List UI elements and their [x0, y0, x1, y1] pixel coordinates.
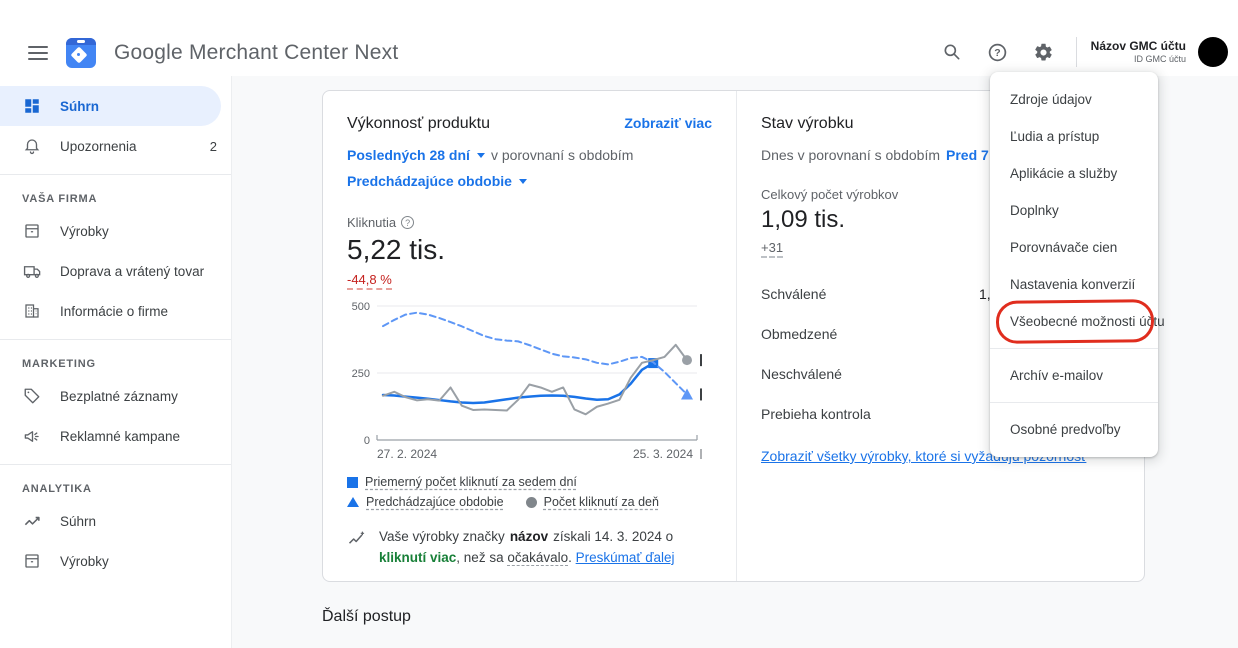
sidebar-section-marketing: MARKETING: [0, 348, 231, 376]
menu-item-personal-preferences[interactable]: Osobné predvoľby: [990, 411, 1158, 448]
search-icon[interactable]: [934, 34, 970, 70]
box-icon: [22, 222, 42, 240]
sidebar-item-ad-campaigns[interactable]: Reklamné kampane: [0, 416, 231, 456]
sidebar-item-label: Reklamné kampane: [60, 429, 217, 444]
sidebar-divider: [0, 339, 231, 340]
compare-text: v porovnaní s obdobím: [491, 147, 633, 163]
menu-item-email-archive[interactable]: Archív e-mailov: [990, 357, 1158, 394]
menu-item-general-account-options[interactable]: Všeobecné možnosti účtu: [990, 303, 1158, 340]
svg-text:?: ?: [994, 47, 1000, 59]
show-more-link[interactable]: Zobraziť viac: [624, 115, 712, 131]
sidebar-item-label: Súhrn: [60, 99, 207, 114]
panel-title: Výkonnosť produktu: [347, 115, 490, 133]
notifications-count-badge: 2: [210, 139, 217, 154]
status-compare-text: Dnes v porovnaní s obdobím: [761, 147, 940, 163]
insight-text: Vaše výrobky značkynázovzískali 14. 3. 2…: [379, 527, 712, 569]
sidebar-item-label: Doprava a vrátený tovar: [60, 264, 217, 279]
svg-text:0: 0: [364, 435, 370, 447]
chevron-down-icon: [519, 179, 527, 184]
help-icon[interactable]: ?: [980, 34, 1016, 70]
building-icon: [22, 302, 42, 320]
merchant-center-logo-icon: [66, 38, 96, 68]
menu-item-data-sources[interactable]: Zdroje údajov: [990, 81, 1158, 118]
sidebar-item-label: Výrobky: [60, 224, 217, 239]
sidebar-item-products[interactable]: Výrobky: [0, 211, 231, 251]
settings-gear-icon[interactable]: [1026, 34, 1062, 70]
explore-further-link[interactable]: Preskúmať ďalej: [576, 550, 675, 565]
product-performance-panel: Výkonnosť produktu Zobraziť viac Posledn…: [323, 91, 737, 581]
top-app-bar: Google Merchant Center Next ? Názov GMC …: [0, 0, 1238, 76]
menu-item-price-comparators[interactable]: Porovnávače cien: [990, 229, 1158, 266]
sidebar-item-label: Výrobky: [60, 554, 217, 569]
sidebar-divider: [0, 174, 231, 175]
svg-text:27. 2. 2024: 27. 2. 2024: [377, 447, 437, 461]
sidebar-section-business: VAŠA FIRMA: [0, 183, 231, 211]
megaphone-icon: [22, 427, 42, 446]
metric-value: 5,22 tis.: [347, 234, 712, 266]
sidebar-item-free-listings[interactable]: Bezplatné záznamy: [0, 376, 231, 416]
account-info: Názov GMC účtu ID GMC účtu: [1091, 39, 1186, 65]
dashboard-icon: [22, 97, 42, 115]
sidebar-item-label: Bezplatné záznamy: [60, 389, 217, 404]
bell-icon: [22, 137, 42, 155]
menu-item-addons[interactable]: Doplnky: [990, 192, 1158, 229]
menu-divider: [990, 348, 1158, 349]
svg-text:250: 250: [352, 368, 370, 380]
app-title: Google Merchant Center Next: [114, 41, 398, 65]
truck-icon: [22, 262, 42, 281]
circle-marker-icon: [526, 497, 537, 508]
settings-dropdown-menu: Zdroje údajov Ľudia a prístup Aplikácie …: [990, 72, 1158, 457]
legend-item-previous[interactable]: Predchádzajúce obdobie: [347, 495, 504, 509]
menu-divider: [990, 402, 1158, 403]
box-icon: [22, 552, 42, 570]
sidebar-item-notifications[interactable]: Upozornenia 2: [0, 126, 231, 166]
sidebar-item-business-info[interactable]: Informácie o firme: [0, 291, 231, 331]
clicks-line-chart: 0 250 500 27. 2. 2024 25. 3. 2024: [347, 298, 712, 471]
menu-item-people-access[interactable]: Ľudia a prístup: [990, 118, 1158, 155]
sidebar-item-analytics-summary[interactable]: Súhrn: [0, 501, 231, 541]
svg-text:500: 500: [352, 301, 370, 313]
legend-item-avg[interactable]: Priemerný počet kliknutí za sedem dní: [347, 475, 577, 489]
compare-period-dropdown[interactable]: Predchádzajúce obdobie: [347, 173, 527, 189]
sidebar-item-analytics-products[interactable]: Výrobky: [0, 541, 231, 581]
sidebar-item-label: Upozornenia: [60, 139, 192, 154]
sidebar-nav: Súhrn Upozornenia 2 VAŠA FIRMA Výrobky D…: [0, 76, 232, 648]
insight-row: Vaše výrobky značkynázovzískali 14. 3. 2…: [347, 527, 712, 569]
menu-hamburger-icon[interactable]: [28, 46, 48, 60]
topbar-divider: [1076, 37, 1077, 67]
chevron-down-icon: [477, 153, 485, 158]
menu-item-apps-services[interactable]: Aplikácie a služby: [990, 155, 1158, 192]
insight-icon: [347, 527, 367, 569]
sidebar-item-label: Súhrn: [60, 514, 217, 529]
period-dropdown[interactable]: Posledných 28 dní: [347, 147, 485, 163]
svg-text:25. 3. 2024: 25. 3. 2024: [633, 447, 693, 461]
line-chart-icon: [22, 512, 42, 531]
total-products-delta[interactable]: +31: [761, 240, 783, 258]
tag-icon: [22, 387, 42, 405]
brand-name: názov: [510, 529, 548, 544]
next-steps-title: Ďalší postup: [322, 608, 411, 626]
avatar[interactable]: [1198, 37, 1228, 67]
sidebar-item-label: Informácie o firme: [60, 304, 217, 319]
legend-item-daily[interactable]: Počet kliknutí za deň: [526, 495, 659, 509]
panel-title: Stav výrobku: [761, 115, 853, 133]
metric-help-icon[interactable]: ?: [401, 216, 414, 229]
menu-item-conversion-settings[interactable]: Nastavenia konverzií: [990, 266, 1158, 303]
sidebar-item-overview[interactable]: Súhrn: [0, 86, 221, 126]
sidebar-item-shipping[interactable]: Doprava a vrátený tovar: [0, 251, 231, 291]
account-id: ID GMC účtu: [1091, 54, 1186, 65]
sidebar-section-analytics: ANALYTIKA: [0, 473, 231, 501]
triangle-marker-icon: [347, 497, 359, 507]
sidebar-divider: [0, 464, 231, 465]
account-name: Názov GMC účtu: [1091, 39, 1186, 54]
metric-label: Kliknutia: [347, 215, 396, 230]
metric-delta[interactable]: -44,8 %: [347, 272, 392, 290]
chart-legend: Priemerný počet kliknutí za sedem dní Pr…: [347, 475, 712, 509]
square-marker-icon: [347, 477, 358, 488]
